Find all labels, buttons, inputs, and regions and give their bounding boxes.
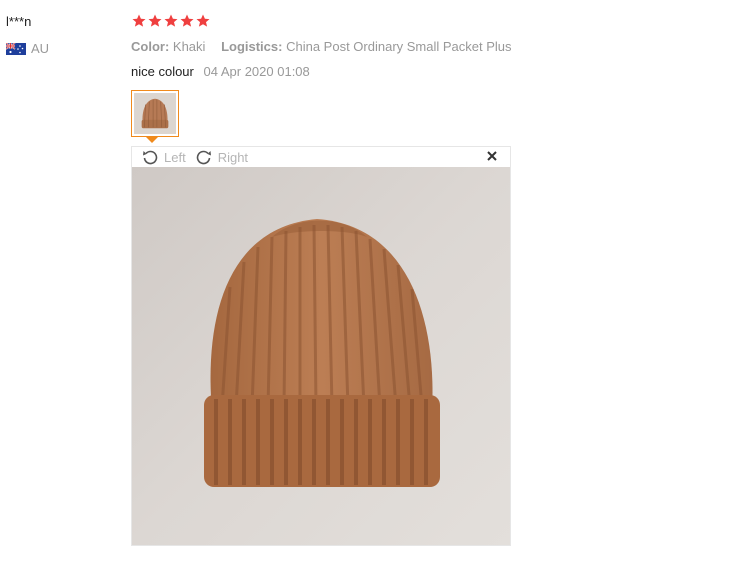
rotate-right-icon bbox=[196, 150, 211, 165]
australia-flag-icon bbox=[6, 42, 26, 55]
star-icon bbox=[196, 14, 210, 27]
review-photo-large bbox=[132, 167, 510, 545]
review-date: 04 Apr 2020 01:08 bbox=[203, 64, 310, 79]
country-code: AU bbox=[31, 41, 50, 56]
thumbnail-pointer bbox=[146, 137, 158, 143]
close-icon bbox=[487, 151, 497, 161]
logistics-value: China Post Ordinary Small Packet Plus bbox=[286, 39, 512, 54]
star-icon bbox=[132, 14, 146, 27]
hat-thumbnail-image bbox=[134, 93, 176, 134]
viewer-toolbar: Left Right bbox=[132, 147, 510, 167]
close-viewer-button[interactable] bbox=[486, 150, 498, 162]
logistics-label: Logistics: bbox=[221, 39, 283, 54]
star-icon bbox=[164, 14, 178, 27]
knit-beanie-photo bbox=[132, 167, 510, 545]
rotate-right-button[interactable]: Right bbox=[196, 149, 248, 165]
star-rating bbox=[131, 13, 211, 29]
rotate-left-label: Left bbox=[164, 149, 186, 165]
review-photo-thumbnail[interactable] bbox=[131, 90, 179, 137]
rotate-left-icon bbox=[143, 150, 158, 165]
rotate-left-button[interactable]: Left bbox=[142, 149, 186, 165]
star-icon bbox=[148, 14, 162, 27]
rotate-right-label: Right bbox=[217, 149, 249, 165]
star-icon bbox=[180, 14, 194, 27]
reviewer-country: AU bbox=[6, 41, 49, 56]
reviewer-name: l***n bbox=[6, 14, 32, 29]
order-attributes: Color: Khaki Logistics: China Post Ordin… bbox=[131, 39, 524, 54]
review-text: nice colour bbox=[131, 64, 194, 79]
color-value: Khaki bbox=[172, 39, 206, 54]
color-label: Color: bbox=[131, 39, 170, 54]
photo-viewer: Left Right bbox=[131, 146, 511, 546]
review-content: nice colour 04 Apr 2020 01:08 bbox=[131, 64, 310, 79]
